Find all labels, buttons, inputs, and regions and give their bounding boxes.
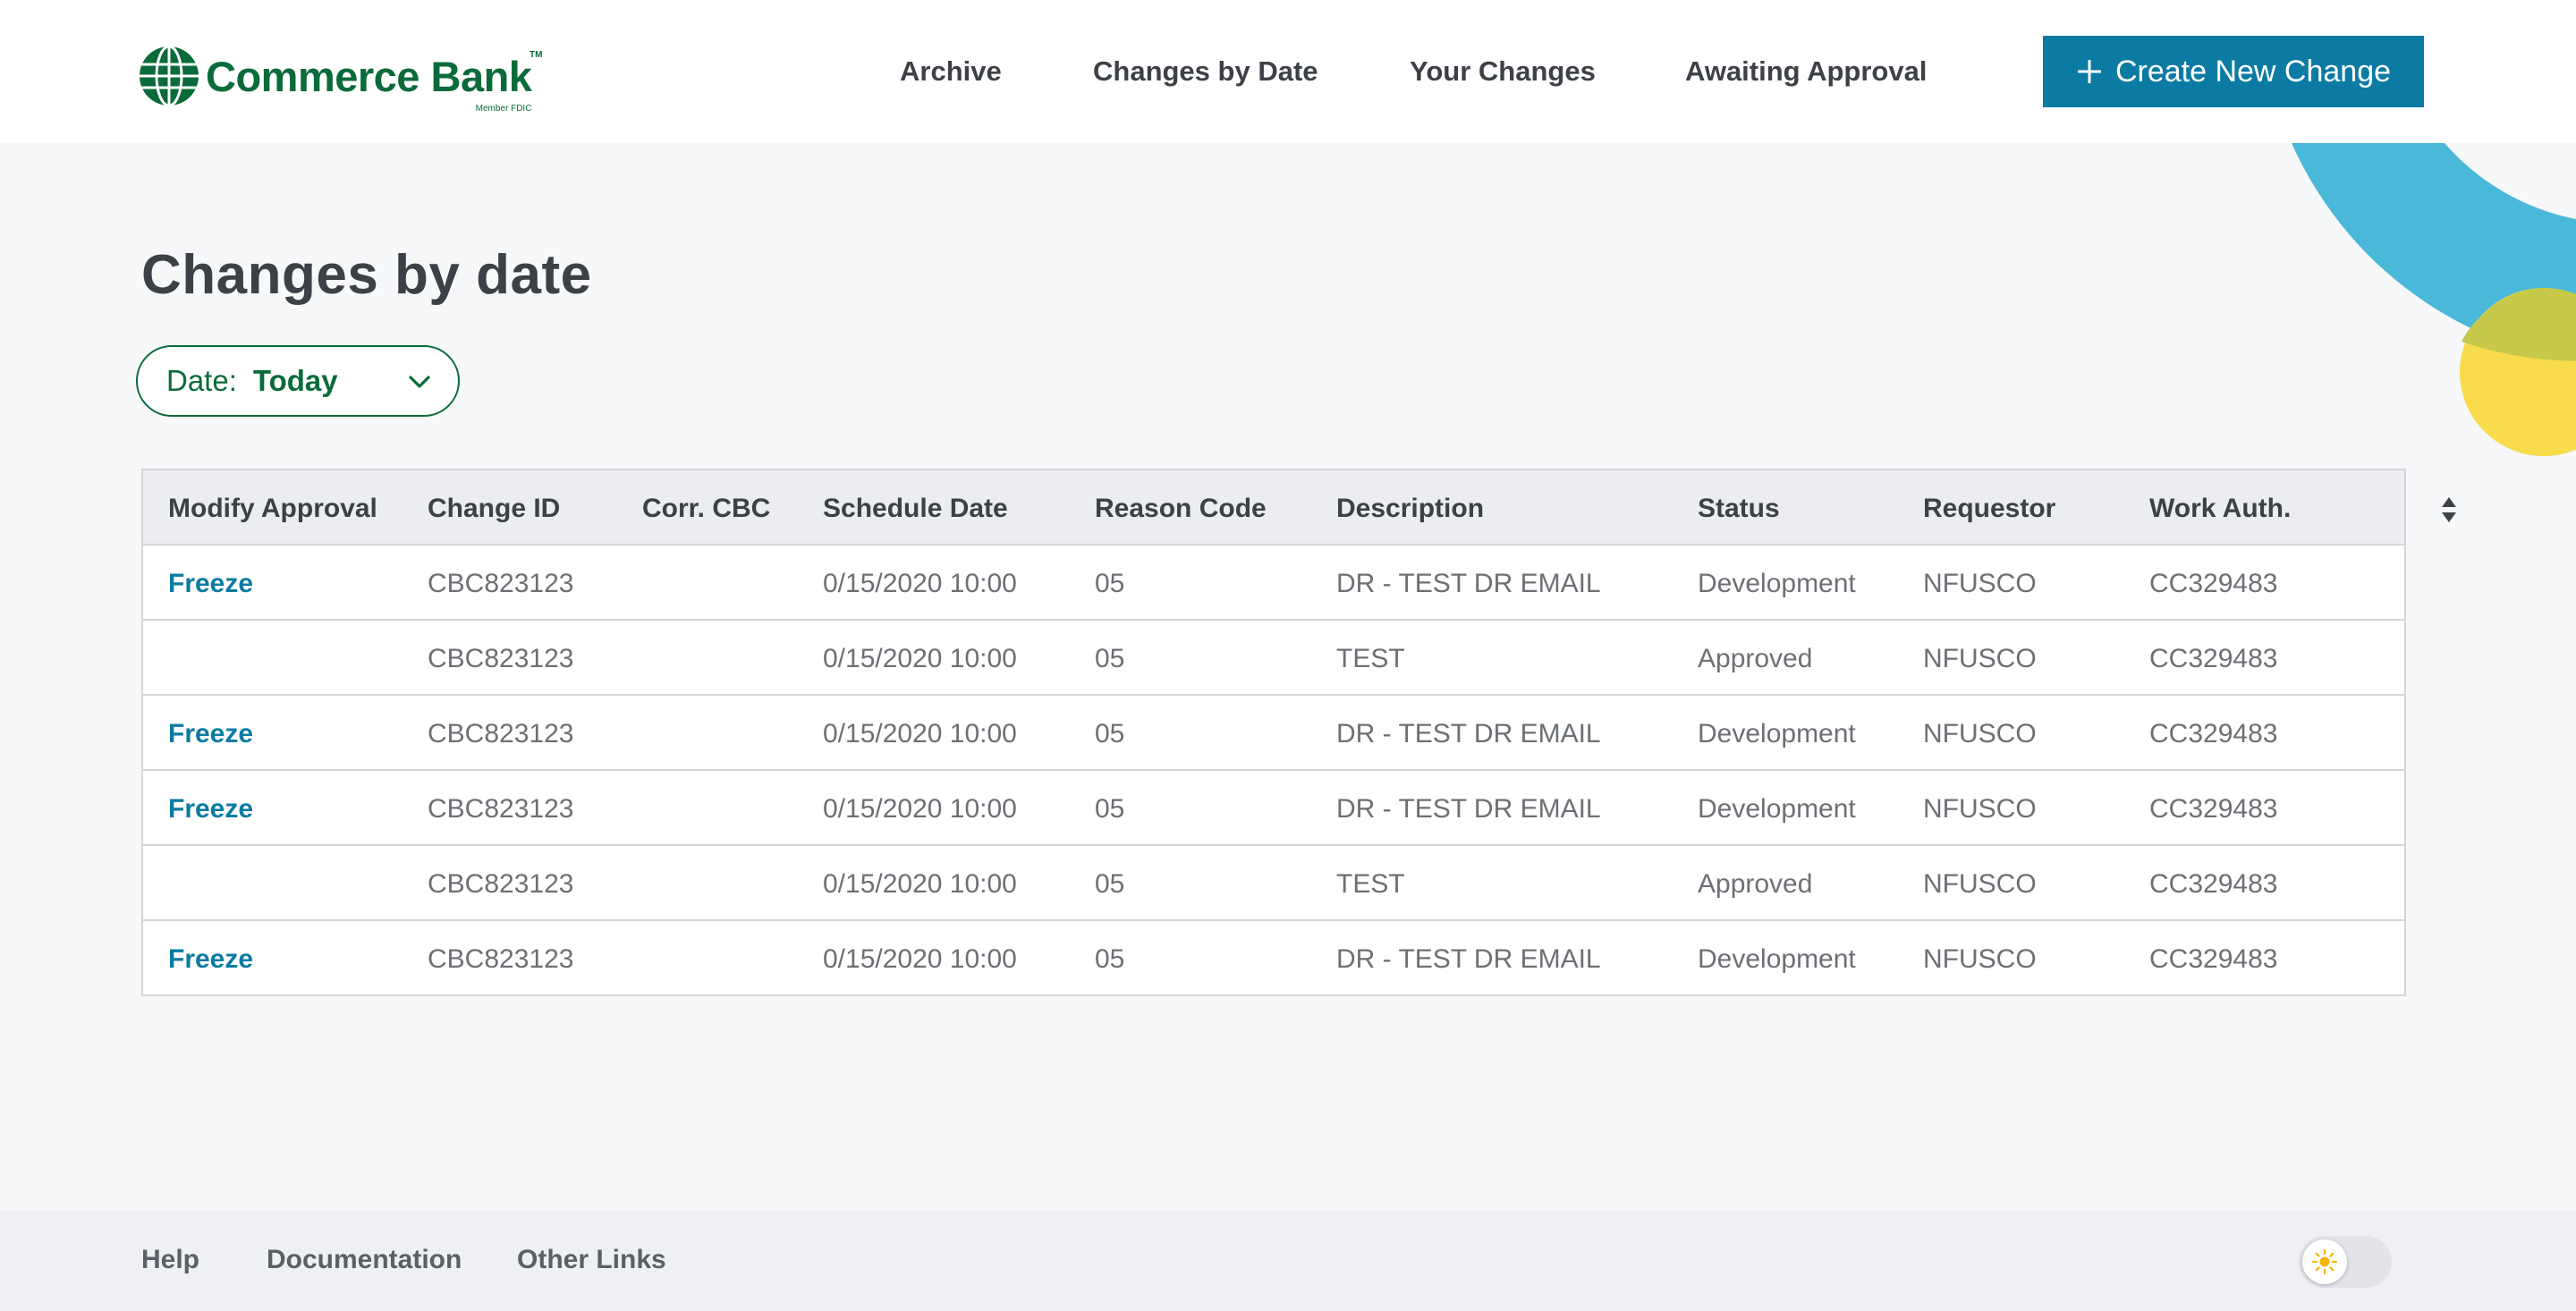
- col-status[interactable]: Status: [1698, 494, 1780, 524]
- footer-documentation-link[interactable]: Documentation: [267, 1245, 462, 1275]
- description: TEST: [1336, 869, 1405, 899]
- col-schedule-date[interactable]: Schedule Date: [823, 494, 1008, 524]
- sort-icon[interactable]: [2438, 494, 2460, 526]
- change-id: CBC823123: [428, 794, 574, 824]
- change-id: CBC823123: [428, 644, 574, 673]
- col-description[interactable]: Description: [1336, 494, 1484, 524]
- description: DR - TEST DR EMAIL: [1336, 569, 1601, 598]
- table-row: Freeze CBC823123 0/15/2020 10:00 05 DR -…: [143, 696, 2404, 771]
- change-id: CBC823123: [428, 719, 574, 749]
- reason-code: 05: [1095, 944, 1125, 974]
- freeze-link[interactable]: Freeze: [168, 569, 253, 599]
- status: Approved: [1698, 869, 1813, 899]
- nav-changes-by-date[interactable]: Changes by Date: [1093, 55, 1318, 88]
- nav-awaiting-approval[interactable]: Awaiting Approval: [1685, 55, 1927, 88]
- col-corr-cbc[interactable]: Corr. CBC: [642, 494, 770, 524]
- status: Development: [1698, 794, 1856, 824]
- brand-trademark: TM: [529, 50, 543, 60]
- reason-code: 05: [1095, 644, 1125, 673]
- reason-code: 05: [1095, 794, 1125, 824]
- nav-archive[interactable]: Archive: [900, 55, 1002, 88]
- globe-icon: [140, 45, 199, 107]
- col-requestor[interactable]: Requestor: [1923, 494, 2055, 524]
- requestor: NFUSCO: [1923, 719, 2037, 749]
- reason-code: 05: [1095, 719, 1125, 749]
- work-auth: CC329483: [2149, 944, 2278, 974]
- date-filter-value: Today: [252, 364, 338, 397]
- status: Approved: [1698, 644, 1813, 673]
- footer: Help Documentation Other Links: [0, 1211, 2576, 1311]
- table-row: Freeze CBC823123 0/15/2020 10:00 05 DR -…: [143, 921, 2404, 996]
- chevron-down-icon: [409, 376, 430, 388]
- schedule-date: 0/15/2020 10:00: [823, 569, 1017, 598]
- footer-other-links[interactable]: Other Links: [517, 1245, 666, 1275]
- changes-table: Modify Approval Change ID Corr. CBC Sche…: [141, 469, 2406, 996]
- top-header: Commerce Bank TM Member FDIC Archive Cha…: [0, 0, 2576, 143]
- work-auth: CC329483: [2149, 794, 2278, 824]
- status: Development: [1698, 719, 1856, 749]
- table-row: CBC823123 0/15/2020 10:00 05 TEST Approv…: [143, 621, 2404, 696]
- freeze-link[interactable]: Freeze: [168, 944, 253, 975]
- table-row: Freeze CBC823123 0/15/2020 10:00 05 DR -…: [143, 771, 2404, 846]
- col-modify-approval[interactable]: Modify Approval: [168, 494, 377, 524]
- description: DR - TEST DR EMAIL: [1336, 944, 1601, 974]
- nav-your-changes[interactable]: Your Changes: [1410, 55, 1596, 88]
- freeze-link[interactable]: Freeze: [168, 794, 253, 825]
- requestor: NFUSCO: [1923, 944, 2037, 974]
- description: DR - TEST DR EMAIL: [1336, 794, 1601, 824]
- schedule-date: 0/15/2020 10:00: [823, 944, 1017, 974]
- reason-code: 05: [1095, 869, 1125, 899]
- reason-code: 05: [1095, 569, 1125, 598]
- schedule-date: 0/15/2020 10:00: [823, 869, 1017, 899]
- sun-icon: [2311, 1248, 2338, 1275]
- col-reason-code[interactable]: Reason Code: [1095, 494, 1267, 524]
- requestor: NFUSCO: [1923, 869, 2037, 899]
- theme-toggle[interactable]: [2299, 1236, 2392, 1288]
- plus-icon: [2077, 60, 2101, 83]
- work-auth: CC329483: [2149, 719, 2278, 749]
- col-change-id[interactable]: Change ID: [428, 494, 560, 524]
- description: DR - TEST DR EMAIL: [1336, 719, 1601, 749]
- description: TEST: [1336, 644, 1405, 673]
- page-title: Changes by date: [141, 244, 592, 306]
- table-row: CBC823123 0/15/2020 10:00 05 TEST Approv…: [143, 846, 2404, 921]
- status: Development: [1698, 569, 1856, 598]
- schedule-date: 0/15/2020 10:00: [823, 794, 1017, 824]
- commerce-bank-logo[interactable]: Commerce Bank TM Member FDIC: [138, 45, 542, 114]
- requestor: NFUSCO: [1923, 569, 2037, 598]
- table-header: Modify Approval Change ID Corr. CBC Sche…: [143, 470, 2404, 546]
- create-new-change-button[interactable]: Create New Change: [2043, 36, 2424, 107]
- date-filter-label: Date:: [166, 364, 237, 397]
- toggle-knob: [2302, 1239, 2347, 1284]
- schedule-date: 0/15/2020 10:00: [823, 644, 1017, 673]
- schedule-date: 0/15/2020 10:00: [823, 719, 1017, 749]
- change-id: CBC823123: [428, 569, 574, 598]
- table-row: Freeze CBC823123 0/15/2020 10:00 05 DR -…: [143, 546, 2404, 621]
- change-id: CBC823123: [428, 869, 574, 899]
- status: Development: [1698, 944, 1856, 974]
- work-auth: CC329483: [2149, 644, 2278, 673]
- change-id: CBC823123: [428, 944, 574, 974]
- work-auth: CC329483: [2149, 569, 2278, 598]
- col-work-auth[interactable]: Work Auth.: [2149, 494, 2291, 524]
- work-auth: CC329483: [2149, 869, 2278, 899]
- requestor: NFUSCO: [1923, 644, 2037, 673]
- create-new-change-label: Create New Change: [2114, 54, 2392, 89]
- brand-name: Commerce Bank: [206, 53, 532, 100]
- member-fdic: Member FDIC: [475, 104, 532, 114]
- requestor: NFUSCO: [1923, 794, 2037, 824]
- date-filter-dropdown[interactable]: Date: Today: [136, 345, 460, 417]
- freeze-link[interactable]: Freeze: [168, 719, 253, 749]
- footer-help-link[interactable]: Help: [141, 1245, 199, 1275]
